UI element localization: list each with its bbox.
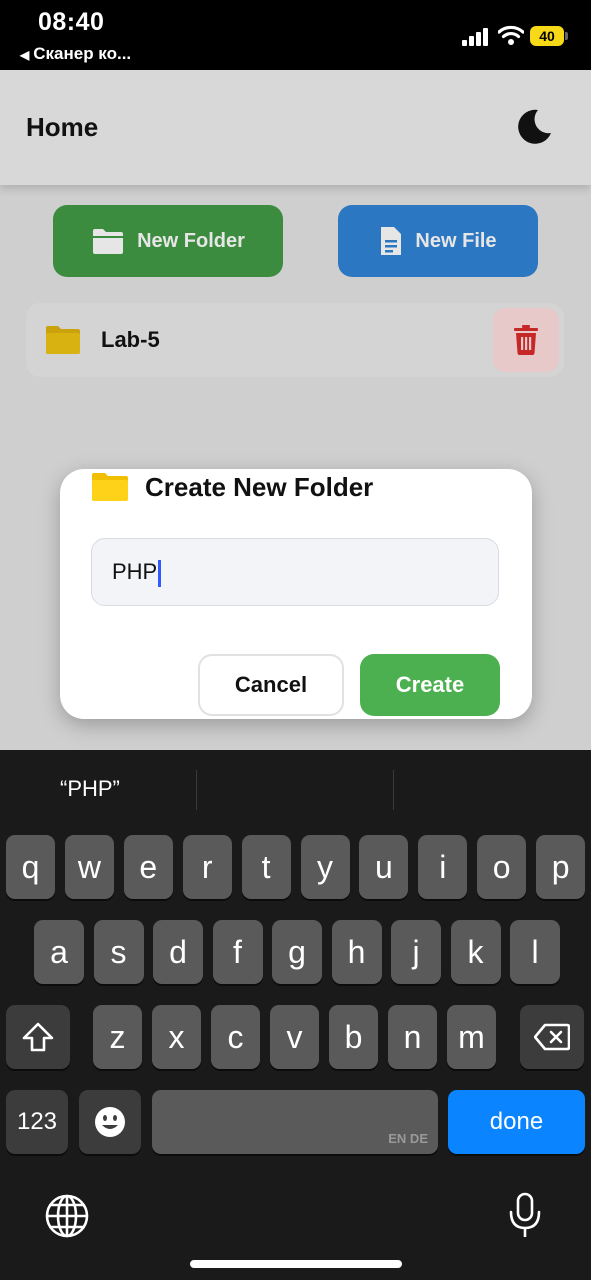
create-button[interactable]: Create (360, 654, 500, 716)
battery-indicator: 40 (530, 26, 564, 46)
folder-icon (92, 473, 128, 501)
keyboard-suggestion[interactable]: “PHP” (60, 776, 120, 802)
status-time: 08:40 (38, 8, 105, 36)
back-app-label: Сканер ко... (33, 44, 132, 63)
key-f[interactable]: f (212, 920, 263, 984)
folder-open-icon (93, 229, 124, 254)
wifi-icon (498, 25, 524, 45)
home-indicator (190, 1260, 402, 1268)
key-x[interactable]: x (152, 1005, 201, 1069)
key-c[interactable]: c (211, 1005, 260, 1069)
key-l[interactable]: l (510, 920, 560, 984)
key-q[interactable]: q (6, 835, 55, 899)
numbers-key[interactable]: 123 (6, 1090, 68, 1154)
key-e[interactable]: e (123, 835, 173, 899)
key-b[interactable]: b (329, 1005, 378, 1069)
key-k[interactable]: k (450, 920, 501, 984)
shift-key[interactable] (6, 1005, 70, 1069)
key-s[interactable]: s (93, 920, 144, 984)
key-v[interactable]: v (270, 1005, 319, 1069)
cellular-signal-icon (462, 28, 490, 46)
key-n[interactable]: n (388, 1005, 437, 1069)
page-title: Home (26, 112, 99, 142)
globe-icon[interactable] (44, 1193, 90, 1239)
text-cursor (158, 560, 161, 587)
key-r[interactable]: r (182, 835, 232, 899)
key-m[interactable]: m (447, 1005, 496, 1069)
key-u[interactable]: u (359, 835, 409, 899)
backspace-icon (534, 1023, 570, 1051)
key-z[interactable]: z (93, 1005, 142, 1069)
dialog-title: Create New Folder (145, 472, 374, 502)
folder-icon (46, 326, 80, 354)
backspace-key[interactable] (520, 1005, 584, 1069)
key-o[interactable]: o (477, 835, 527, 899)
new-file-label: New File (415, 229, 497, 252)
microphone-icon[interactable] (507, 1192, 543, 1240)
new-folder-label: New Folder (137, 229, 245, 252)
moon-icon[interactable] (514, 106, 554, 146)
battery-nub (565, 32, 568, 40)
list-item-label: Lab-5 (101, 327, 160, 352)
key-d[interactable]: d (153, 920, 203, 984)
keyboard-language-label: EN DE (388, 1131, 428, 1146)
trash-icon (514, 325, 538, 355)
key-y[interactable]: y (300, 835, 350, 899)
key-t[interactable]: t (241, 835, 291, 899)
new-folder-button[interactable]: New Folder (53, 205, 283, 277)
emoji-key[interactable] (79, 1090, 141, 1154)
emoji-icon (95, 1107, 125, 1137)
suggestion-divider (196, 770, 197, 810)
cancel-button[interactable]: Cancel (198, 654, 344, 716)
key-j[interactable]: j (391, 920, 441, 984)
key-i[interactable]: i (418, 835, 468, 899)
key-a[interactable]: a (34, 920, 84, 984)
folder-name-input[interactable] (91, 538, 499, 606)
done-key[interactable]: done (448, 1090, 585, 1154)
space-key[interactable]: EN DE (152, 1090, 438, 1154)
new-file-button[interactable]: New File (338, 205, 538, 277)
key-p[interactable]: p (536, 835, 586, 899)
key-g[interactable]: g (272, 920, 322, 984)
back-to-app-link[interactable]: ◀ Сканер ко... (20, 44, 131, 64)
shift-icon (22, 1022, 54, 1052)
key-h[interactable]: h (331, 920, 382, 984)
key-w[interactable]: w (64, 835, 114, 899)
suggestion-divider (393, 770, 394, 810)
delete-button[interactable] (493, 308, 559, 372)
back-arrow-icon: ◀ (20, 48, 30, 62)
file-icon (381, 227, 402, 255)
